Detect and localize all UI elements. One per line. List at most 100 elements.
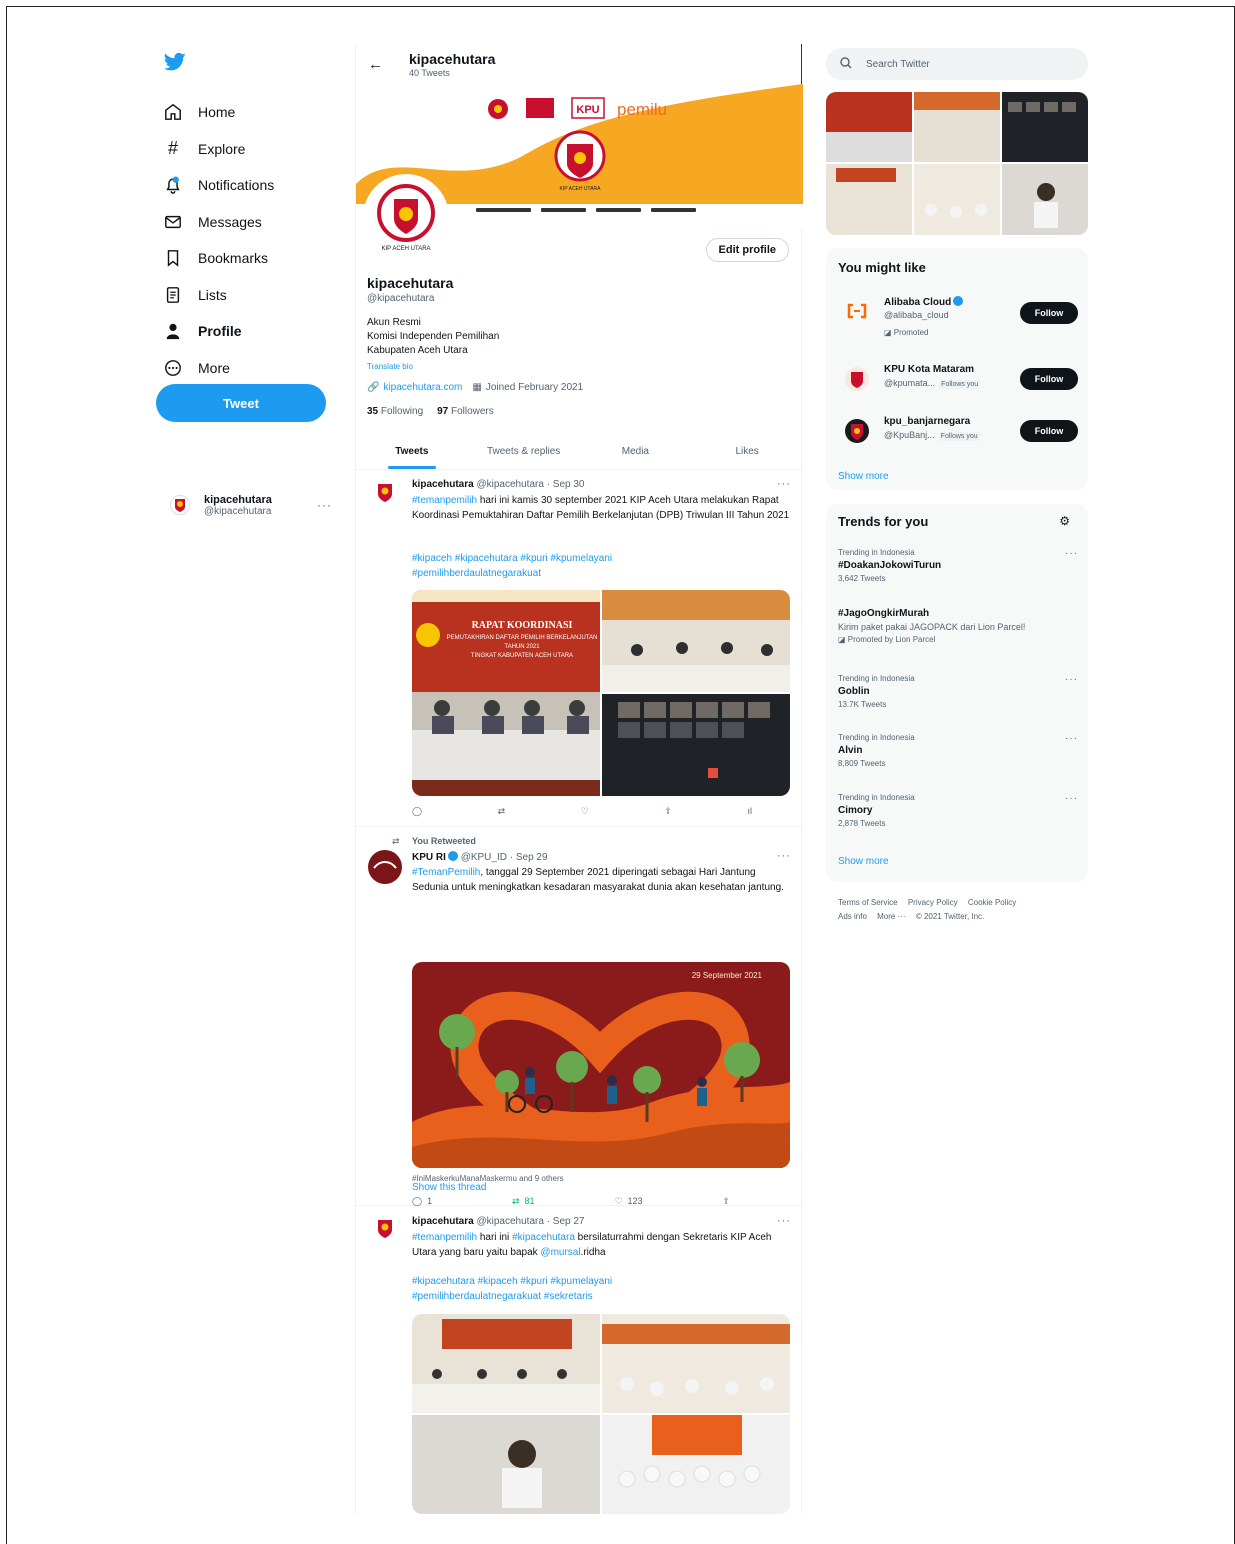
translate-bio-link[interactable]: Translate bio xyxy=(367,362,413,371)
follow-suggestion[interactable]: Alibaba Cloud @alibaba_cloud ◪ Promoted … xyxy=(838,296,1078,344)
tweet[interactable]: ⇄ You Retweeted KPU RI @KPU_ID · Sep 29 … xyxy=(356,828,803,1206)
nav-item-explore[interactable]: # Explore xyxy=(162,131,332,168)
tweet-author[interactable]: kipacehutara xyxy=(412,1216,474,1227)
nav-item-notifications[interactable]: Notifications xyxy=(162,167,332,204)
tweet[interactable]: kipacehutara @kipacehutara · Sep 30 ··· … xyxy=(356,472,803,827)
reply-icon[interactable]: ◯ xyxy=(412,804,422,818)
tweet-date[interactable]: · Sep 27 xyxy=(547,1216,585,1227)
tweet-hashtags[interactable]: #kipacehutara #kipaceh #kpuri #kpumelaya… xyxy=(412,1275,792,1304)
trend-count: 8,809 Tweets xyxy=(838,759,886,768)
tweet[interactable]: kipacehutara @kipacehutara · Sep 27 ··· … xyxy=(356,1206,803,1514)
show-more-link[interactable]: Show more xyxy=(838,856,889,867)
tweet-date[interactable]: · Sep 30 xyxy=(547,479,585,490)
like-icon[interactable]: ♡ xyxy=(581,804,589,818)
follow-button[interactable]: Follow xyxy=(1020,302,1078,324)
tweet-image[interactable]: 29 September 2021 xyxy=(412,962,790,1168)
trend-item[interactable]: Trending in Indonesia Cimory 2,878 Tweet… xyxy=(838,793,1078,828)
nav-item-lists[interactable]: Lists xyxy=(162,277,332,314)
more-dots-icon[interactable]: ··· xyxy=(1065,733,1078,744)
more-dots-icon[interactable]: ··· xyxy=(1065,793,1078,804)
tweet-hashtags[interactable]: #kipaceh #kipacehutara #kpuri #kpumelaya… xyxy=(412,552,792,581)
primary-nav: Home # Explore Notifications Messages Bo… xyxy=(162,94,332,386)
avatar[interactable] xyxy=(844,298,870,324)
account-switcher[interactable]: kipacehutara @kipacehutara ··· xyxy=(170,488,340,522)
hashtag-line[interactable]: #kipaceh #kipacehutara #kpuri #kpumelaya… xyxy=(412,552,792,567)
avatar[interactable] xyxy=(844,366,870,392)
tweet-author[interactable]: kipacehutara xyxy=(412,479,474,490)
trends-panel: Trends for you ⚙ Trending in Indonesia #… xyxy=(826,504,1088,882)
followers-link[interactable]: 97 Followers xyxy=(437,406,494,417)
retweet-count: 81 xyxy=(524,1196,535,1206)
nav-item-bookmarks[interactable]: Bookmarks xyxy=(162,240,332,277)
search-input[interactable]: Search Twitter xyxy=(826,48,1088,80)
nav-item-profile[interactable]: Profile xyxy=(162,313,332,350)
footer-link[interactable]: More ··· xyxy=(877,912,905,921)
follow-button[interactable]: Follow xyxy=(1020,368,1078,390)
follow-button[interactable]: Follow xyxy=(1020,420,1078,442)
trend-item[interactable]: Trending in Indonesia Goblin 13.7K Tweet… xyxy=(838,674,1078,709)
retweet-icon[interactable]: ⇄ xyxy=(498,804,506,818)
trend-item[interactable]: Trending in Indonesia Alvin 8,809 Tweets… xyxy=(838,733,1078,768)
footer-link[interactable]: Privacy Policy xyxy=(908,898,958,907)
tweet-photo-grid[interactable] xyxy=(412,1314,790,1514)
tweet-handle: @kipacehutara xyxy=(476,1216,544,1227)
banner-pemilu-text: pemilu xyxy=(617,100,667,119)
tweet-button[interactable]: Tweet xyxy=(156,384,326,422)
bio-line: Akun Resmi xyxy=(367,317,421,328)
tab-media[interactable]: Media xyxy=(580,434,692,469)
twitter-logo-icon[interactable] xyxy=(163,52,190,74)
nav-label: Home xyxy=(198,104,236,121)
tab-tweets[interactable]: Tweets xyxy=(356,434,468,469)
show-more-link[interactable]: Show more xyxy=(838,471,889,482)
avatar[interactable] xyxy=(844,418,870,444)
more-dots-icon[interactable]: ··· xyxy=(777,478,791,490)
tab-tweets-replies[interactable]: Tweets & replies xyxy=(468,434,580,469)
avatar[interactable] xyxy=(374,482,396,504)
more-dots-icon[interactable]: ··· xyxy=(777,1215,791,1227)
trend-item[interactable]: Trending in Indonesia #DoakanJokowiTurun… xyxy=(838,548,1078,583)
suggestion-name[interactable]: kpu_banjarnegara xyxy=(884,416,970,427)
show-thread-link[interactable]: Show this thread xyxy=(412,1182,487,1193)
footer-link[interactable]: Cookie Policy xyxy=(968,898,1016,907)
suggestion-name[interactable]: Alibaba Cloud xyxy=(884,296,964,308)
profile-avatar[interactable]: KIP ACEH UTARA xyxy=(363,174,449,260)
tab-likes[interactable]: Likes xyxy=(691,434,803,469)
website-link[interactable]: kipacehutara.com xyxy=(383,382,462,393)
footer-link[interactable]: Terms of Service xyxy=(838,898,898,907)
nav-item-home[interactable]: Home xyxy=(162,94,332,131)
hashtag-line[interactable]: #pemilihberdaulatnegarakuat #sekretaris xyxy=(412,1290,792,1305)
search-placeholder: Search Twitter xyxy=(866,58,930,70)
settings-gear-icon[interactable]: ⚙ xyxy=(1059,514,1070,528)
header-title: kipacehutara xyxy=(409,51,496,67)
share-icon[interactable]: ⇪ xyxy=(664,804,672,818)
follow-suggestion[interactable]: KPU Kota Mataram @kpumata... Follows you … xyxy=(838,364,1078,404)
hashtag-line[interactable]: #pemilihberdaulatnegarakuat xyxy=(412,567,792,582)
panel-title: You might like xyxy=(838,260,926,275)
hashtag[interactable]: #temanpemilih xyxy=(412,495,477,506)
hashtag-line[interactable]: #kipacehutara #kipaceh #kpuri #kpumelaya… xyxy=(412,1275,792,1290)
following-link[interactable]: 35 Following xyxy=(367,406,423,417)
suggestion-name[interactable]: KPU Kota Mataram xyxy=(884,364,974,375)
tweet-author[interactable]: KPU RI xyxy=(412,852,446,863)
tweet-handle: @kipacehutara xyxy=(476,479,544,490)
tweet-date[interactable]: · Sep 29 xyxy=(510,852,548,863)
tweet-photo-grid[interactable]: RAPAT KOORDINASI PEMUTAKHIRAN DAFTAR PEM… xyxy=(412,590,790,796)
back-arrow-icon[interactable]: ← xyxy=(368,56,383,73)
avatar[interactable] xyxy=(374,1218,396,1240)
more-dots-icon[interactable]: ··· xyxy=(777,850,791,862)
footer-link[interactable]: Ads info xyxy=(838,912,867,921)
more-dots-icon[interactable]: ··· xyxy=(1065,548,1078,559)
mention-link[interactable]: @mursal xyxy=(540,1247,580,1258)
more-dots-icon[interactable]: ··· xyxy=(1065,674,1078,685)
follow-suggestion[interactable]: kpu_banjarnegara @KpuBanj... Follows you … xyxy=(838,416,1078,456)
analytics-icon[interactable]: ıl xyxy=(748,804,753,818)
media-gallery[interactable] xyxy=(826,92,1088,235)
trend-item[interactable]: #JagoOngkirMurah Kirim paket pakai JAGOP… xyxy=(838,608,1078,644)
avatar[interactable] xyxy=(368,850,402,884)
nav-item-messages[interactable]: Messages xyxy=(162,204,332,241)
hashtag[interactable]: #kipacehutara xyxy=(512,1232,575,1243)
hashtag[interactable]: #temanpemilih xyxy=(412,1232,477,1243)
edit-profile-button[interactable]: Edit profile xyxy=(705,238,789,262)
nav-item-more[interactable]: More xyxy=(162,350,332,387)
hashtag[interactable]: #TemanPemilih xyxy=(412,867,480,878)
